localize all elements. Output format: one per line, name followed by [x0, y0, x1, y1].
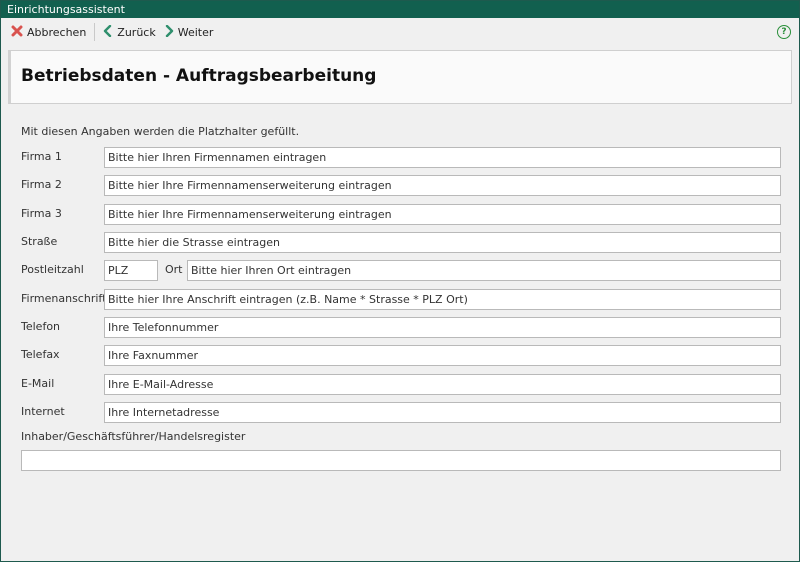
telefon-row: Telefon Ihre Telefonnummer [21, 317, 781, 338]
anschrift-row: Firmenanschrift Bitte hier Ihre Anschrif… [21, 289, 781, 310]
cancel-label: Abbrechen [27, 25, 87, 39]
firma3-row: Firma 3 Bitte hier Ihre Firmennamenserwe… [21, 204, 781, 225]
help-icon[interactable]: ? [777, 25, 791, 39]
internet-label: Internet [21, 405, 65, 418]
telefax-row: Telefax Ihre Faxnummer [21, 345, 781, 366]
firma1-row: Firma 1 Bitte hier Ihren Firmennamen ein… [21, 147, 781, 168]
ort-label: Ort [165, 263, 183, 276]
firma3-input[interactable]: Bitte hier Ihre Firmennamenserweiterung … [104, 204, 781, 225]
strasse-input[interactable]: Bitte hier die Strasse eintragen [104, 232, 781, 253]
email-input[interactable]: Ihre E-Mail-Adresse [104, 374, 781, 395]
email-label: E-Mail [21, 377, 55, 390]
telefax-label: Telefax [21, 348, 60, 361]
inhaber-label: Inhaber/Geschäftsführer/Handelsregister [21, 430, 246, 443]
chevron-right-icon [164, 24, 174, 40]
back-button[interactable]: Zurück [99, 21, 159, 43]
telefax-input[interactable]: Ihre Faxnummer [104, 345, 781, 366]
toolbar: Abbrechen Zurück Weiter ? [1, 18, 799, 46]
ort-input[interactable]: Bitte hier Ihren Ort eintragen [187, 260, 781, 281]
window-title: Einrichtungsassistent [7, 3, 125, 16]
strasse-label: Straße [21, 235, 58, 248]
back-label: Zurück [117, 25, 156, 39]
next-button[interactable]: Weiter [160, 21, 218, 43]
plz-label: Postleitzahl [21, 263, 84, 276]
page-header: Betriebsdaten - Auftragsbearbeitung [8, 50, 792, 104]
chevron-left-icon [103, 24, 113, 40]
firma2-label: Firma 2 [21, 178, 62, 191]
telefon-label: Telefon [21, 320, 61, 333]
toolbar-divider [94, 23, 96, 41]
inhaber-input[interactable] [21, 450, 781, 471]
cancel-button[interactable]: Abbrechen [7, 21, 90, 43]
telefon-input[interactable]: Ihre Telefonnummer [104, 317, 781, 338]
firma2-input[interactable]: Bitte hier Ihre Firmennamenserweiterung … [104, 175, 781, 196]
plz-ort-row: Postleitzahl PLZ Ort Bitte hier Ihren Or… [21, 260, 781, 281]
inhaber-row: Inhaber/Geschäftsführer/Handelsregister [21, 427, 781, 448]
internet-row: Internet Ihre Internetadresse [21, 402, 781, 423]
email-row: E-Mail Ihre E-Mail-Adresse [21, 374, 781, 395]
firma2-row: Firma 2 Bitte hier Ihre Firmennamenserwe… [21, 175, 781, 196]
intro-text: Mit diesen Angaben werden die Platzhalte… [21, 125, 300, 138]
page-title: Betriebsdaten - Auftragsbearbeitung [21, 66, 377, 86]
firma1-input[interactable]: Bitte hier Ihren Firmennamen eintragen [104, 147, 781, 168]
title-bar: Einrichtungsassistent [1, 1, 799, 18]
firma1-label: Firma 1 [21, 150, 62, 163]
close-icon [11, 25, 23, 40]
firma3-label: Firma 3 [21, 207, 62, 220]
anschrift-input[interactable]: Bitte hier Ihre Anschrift eintragen (z.B… [104, 289, 781, 310]
setup-wizard-window: Einrichtungsassistent Abbrechen Zurück W… [0, 0, 800, 562]
next-label: Weiter [177, 25, 214, 39]
internet-input[interactable]: Ihre Internetadresse [104, 402, 781, 423]
anschrift-label: Firmenanschrift [21, 292, 107, 305]
plz-input[interactable]: PLZ [104, 260, 158, 281]
strasse-row: Straße Bitte hier die Strasse eintragen [21, 232, 781, 253]
